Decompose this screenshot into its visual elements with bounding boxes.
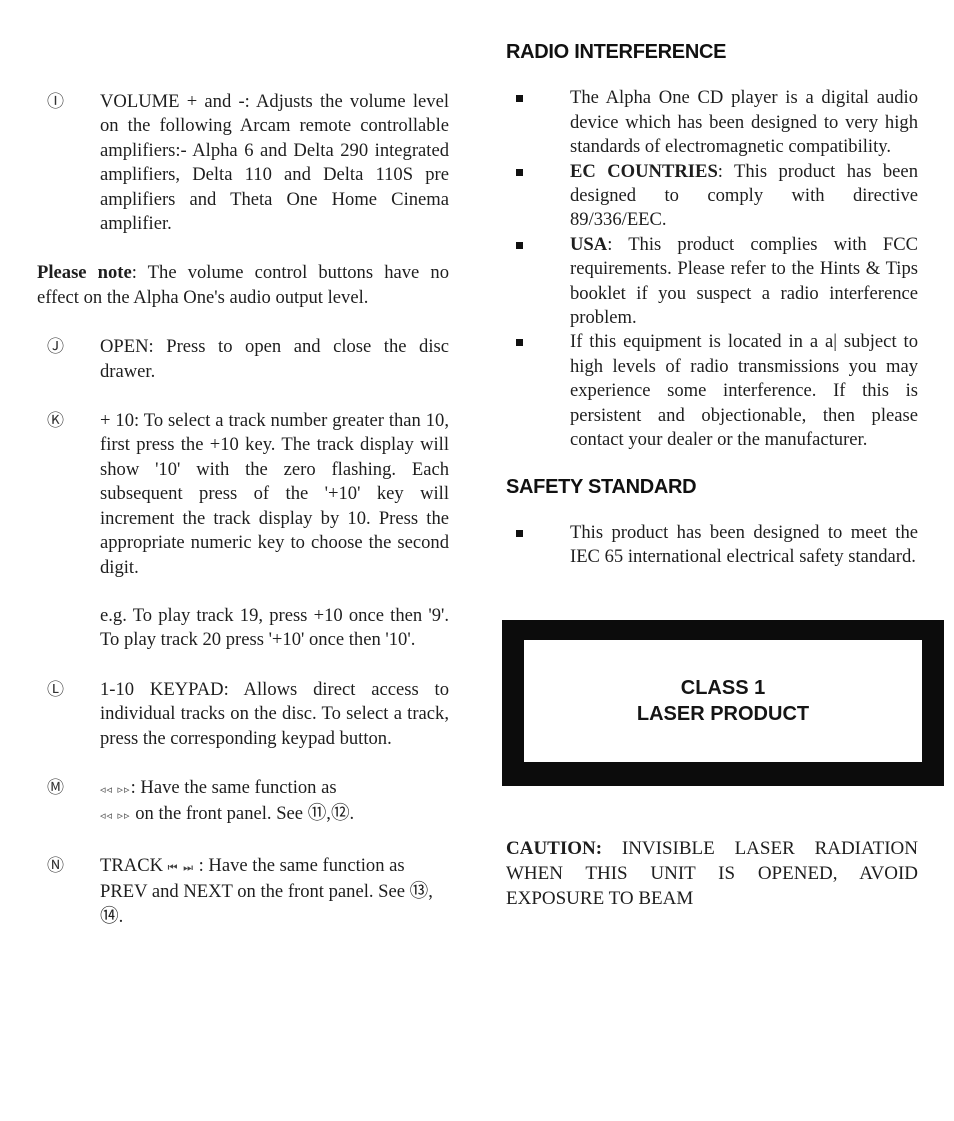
left-column: Ⓘ VOLUME + and -: Adjusts the volume lev… [37, 90, 449, 954]
list-item: If this equipment is located in a a| sub… [506, 330, 918, 452]
keypad-description: 1-10 KEYPAD: Allows direct access to ind… [100, 678, 449, 749]
prev-next-icon: ⏮ ⏭ [167, 860, 194, 874]
bullet-icon [516, 95, 523, 103]
list-item: The Alpha One CD player is a digital aud… [506, 86, 918, 159]
bullet-lead: USA [570, 233, 608, 255]
rewind-forward-icon: ◃◃ ▹▹ [100, 782, 131, 796]
rewind-forward-icon: ◃◃ ▹▹ [100, 809, 131, 823]
bullet-text: If this equipment is located in a a| sub… [570, 331, 918, 451]
caution-notice: CAUTION: INVISIBLE LASER RADIATION WHEN … [506, 836, 918, 911]
list-item: EC COUNTRIES: This product has been desi… [506, 160, 918, 233]
volume-item: Ⓘ VOLUME + and -: Adjusts the volume lev… [37, 90, 449, 236]
list-item: USA: This product complies with FCC requ… [506, 233, 918, 331]
plus-ten-description: + 10: To select a track number greater t… [100, 410, 449, 578]
skip-item: Ⓜ ◃◃ ▹▹: Have the same function as ◃◃ ▹▹… [37, 776, 449, 829]
bullet-lead: EC COUNTRIES [570, 160, 718, 182]
marker-m-icon: Ⓜ [47, 777, 64, 797]
track-description: TRACK ⏮ ⏭ : Have the same function as PR… [100, 854, 449, 929]
marker-k-icon: Ⓚ [47, 411, 64, 431]
skip-description: ◃◃ ▹▹: Have the same function as ◃◃ ▹▹ o… [100, 776, 449, 829]
bullet-icon [516, 339, 523, 347]
volume-description: VOLUME + and -: Adjusts the volume level… [100, 91, 449, 235]
open-description: OPEN: Press to open and close the disc d… [100, 336, 449, 382]
bullet-icon [516, 168, 523, 176]
please-note: Please note: The volume control buttons … [37, 261, 449, 310]
bullet-icon [516, 241, 523, 249]
keypad-item: Ⓛ 1-10 KEYPAD: Allows direct access to i… [37, 678, 449, 751]
right-column: RADIO INTERFERENCE The Alpha One CD play… [502, 40, 944, 911]
plus-ten-example: e.g. To play track 19, press +10 once th… [100, 604, 449, 651]
marker-j-icon: Ⓙ [47, 337, 64, 357]
marker-n-icon: Ⓝ [47, 855, 64, 875]
bullet-text: The Alpha One CD player is a digital aud… [570, 87, 918, 158]
track-item: Ⓝ TRACK ⏮ ⏭ : Have the same function as … [37, 854, 449, 929]
bullet-text: This product has been designed to meet t… [570, 521, 918, 568]
laser-product-label: CLASS 1 LASER PRODUCT [502, 619, 944, 786]
open-item: Ⓙ OPEN: Press to open and close the disc… [37, 335, 449, 384]
track-lead: TRACK [100, 854, 168, 876]
safety-standard-heading: SAFETY STANDARD [506, 475, 697, 498]
list-item: This product has been designed to meet t… [506, 521, 918, 570]
bullet-icon [516, 529, 523, 537]
marker-l-icon: Ⓛ [47, 679, 64, 699]
plus-ten-item: Ⓚ + 10: To select a track number greater… [37, 409, 449, 653]
bullet-text: : This product complies with FCC require… [570, 233, 918, 329]
note-label: Please note [37, 262, 132, 284]
radio-interference-heading: RADIO INTERFERENCE [506, 41, 727, 63]
skip-text-a: : Have the same function as [130, 776, 337, 798]
laser-class: CLASS 1 [680, 676, 766, 699]
skip-text-b: on the front panel. See ⑪,⑫. [130, 803, 355, 825]
laser-product-text: LASER PRODUCT [636, 702, 810, 725]
marker-i-icon: Ⓘ [47, 92, 64, 111]
caution-label: CAUTION: [506, 837, 603, 859]
